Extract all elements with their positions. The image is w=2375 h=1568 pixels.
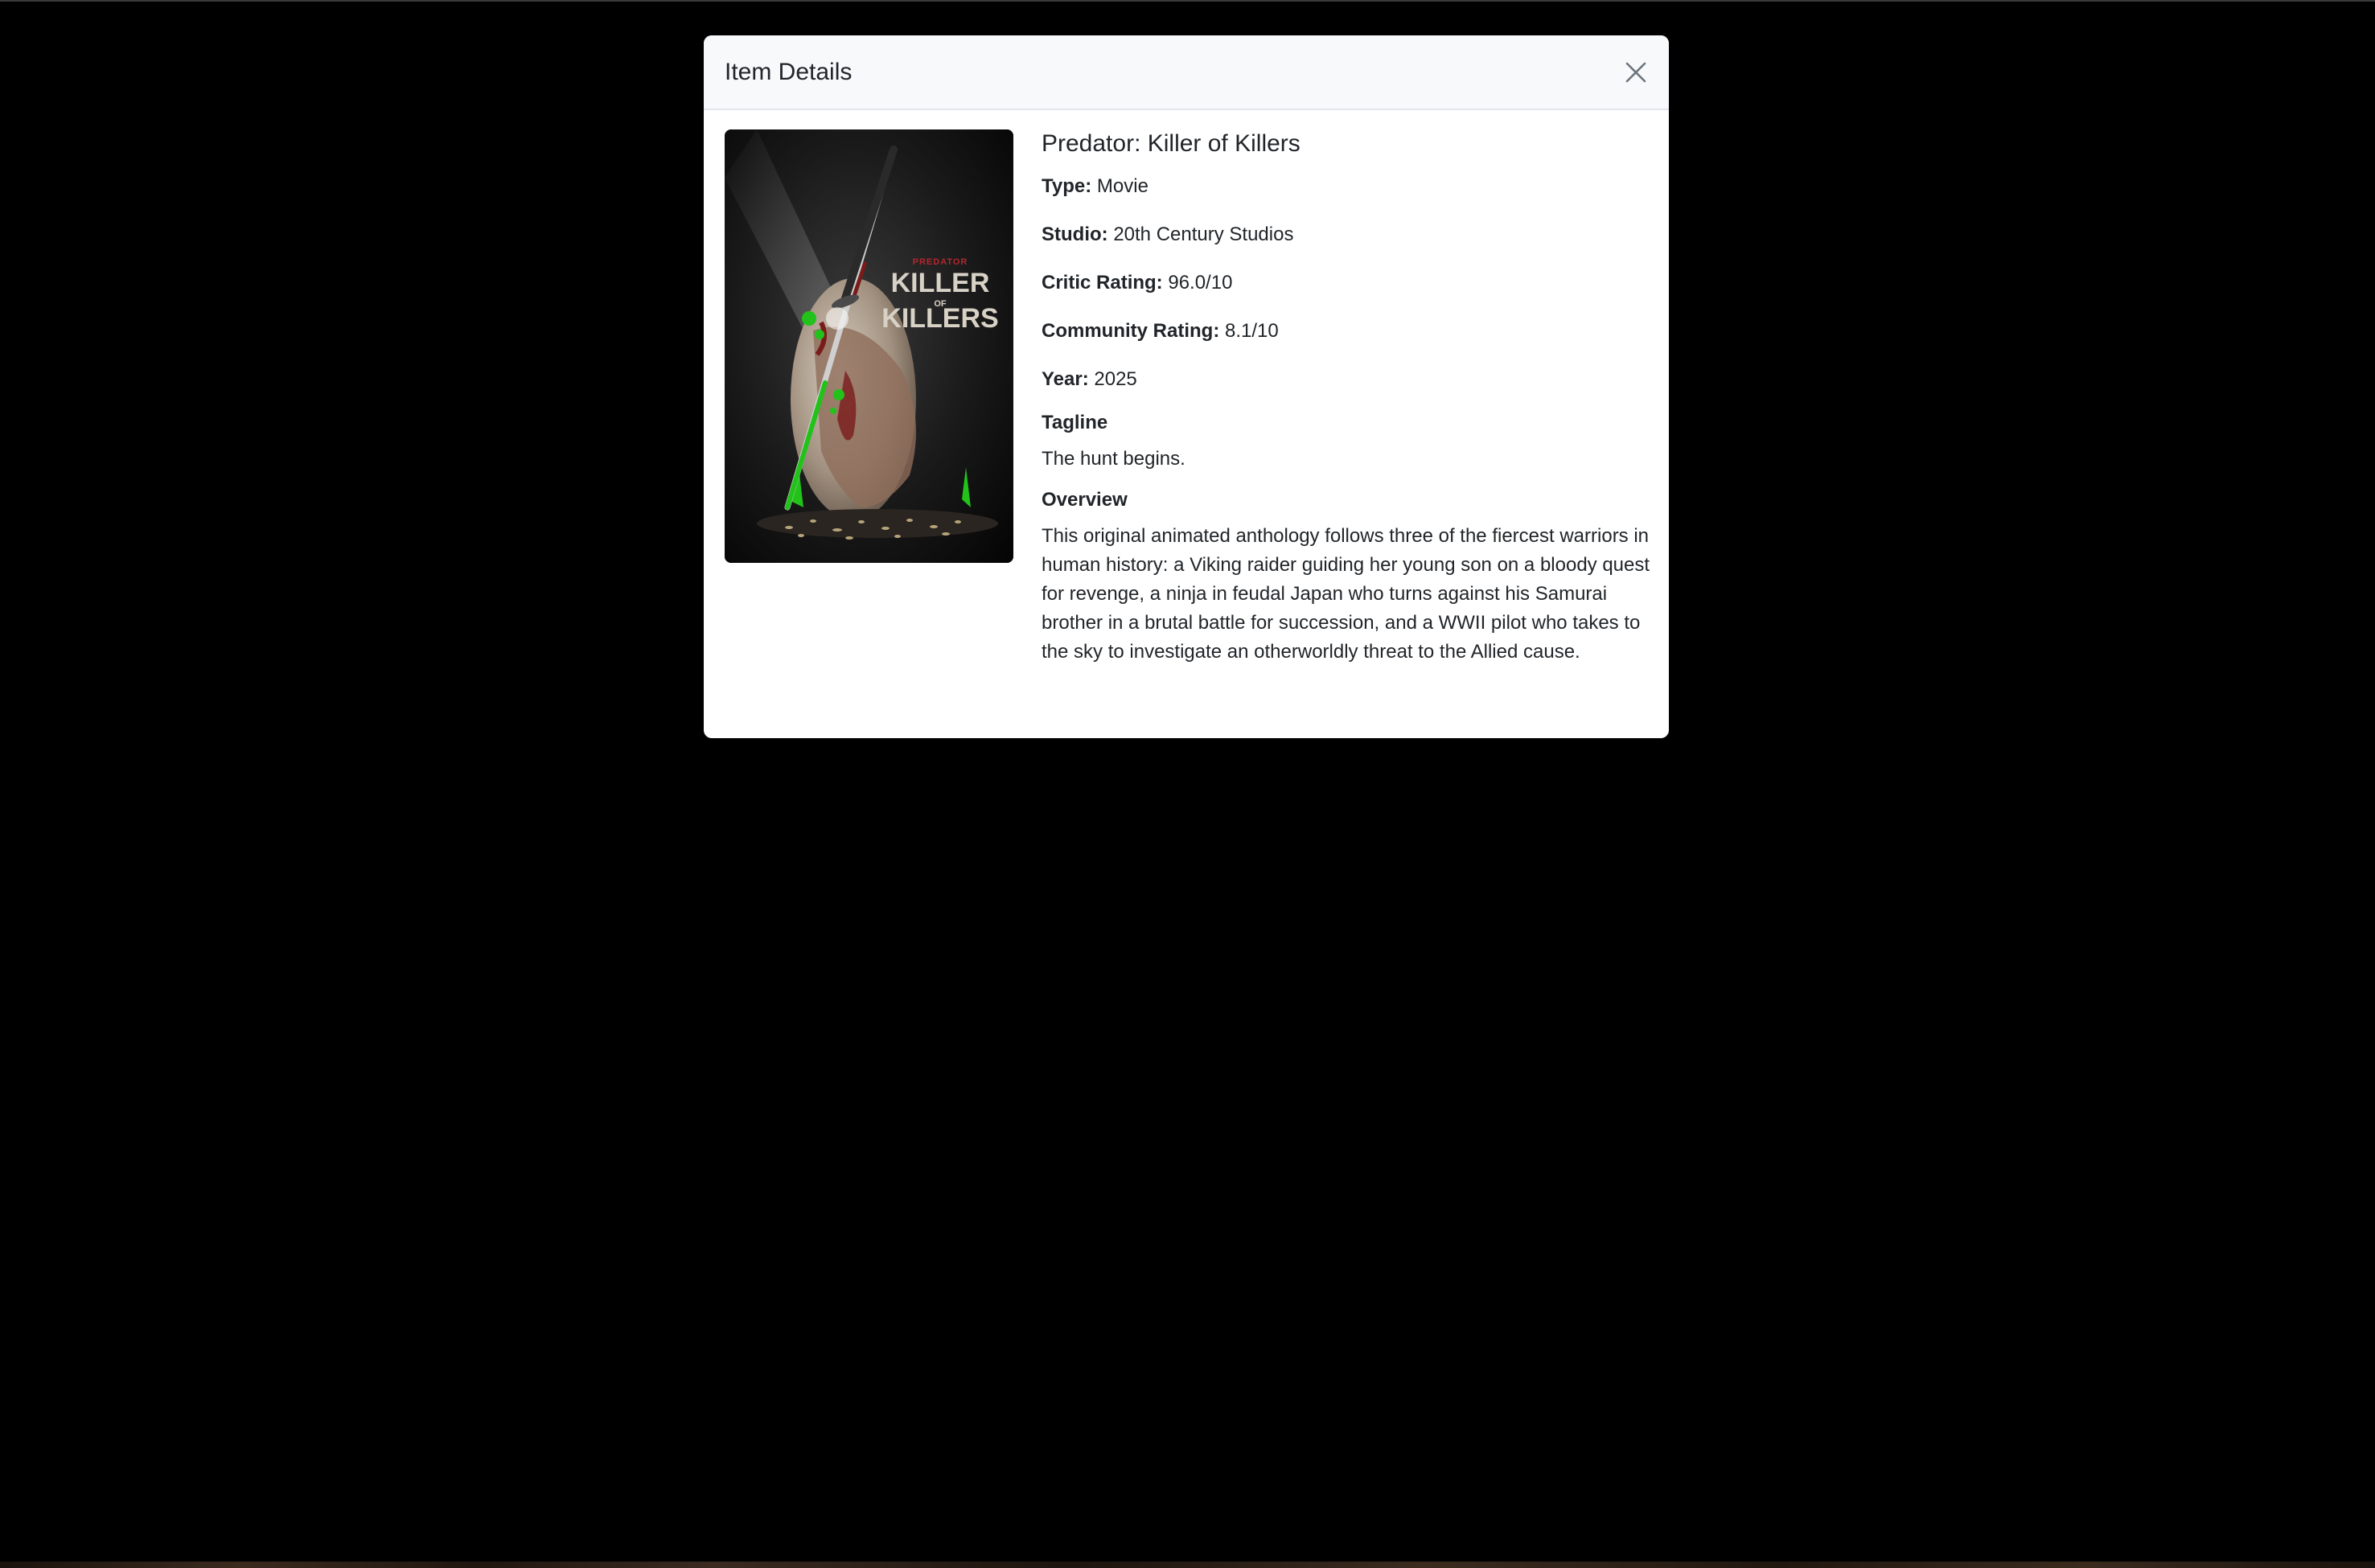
item-details: Predator: Killer of Killers Type: Movie … [1042, 128, 1653, 681]
field-studio: Studio: 20th Century Studios [1042, 223, 1653, 247]
poster-brand-text: PREDATOR [913, 257, 968, 267]
poster-title-line1: KILLER [891, 268, 990, 298]
field-label: Studio: [1042, 224, 1108, 245]
field-label: Critic Rating: [1042, 272, 1163, 293]
field-year: Year: 2025 [1042, 367, 1653, 392]
tagline-heading: Tagline [1042, 412, 1108, 433]
field-label: Community Rating: [1042, 320, 1220, 342]
overview-heading: Overview [1042, 489, 1128, 511]
field-value: Movie [1096, 175, 1148, 197]
field-type: Type: Movie [1042, 174, 1653, 199]
item-title: Predator: Killer of Killers [1042, 130, 1300, 157]
close-button[interactable] [1621, 57, 1651, 88]
field-label: Type: [1042, 175, 1092, 197]
modal-header: Item Details [704, 35, 1669, 110]
item-details-modal: Item Details PREDATOR KILLER OF KILLERS … [704, 35, 1669, 738]
poster-title-line3: KILLERS [881, 303, 998, 334]
field-label: Year: [1042, 368, 1089, 390]
field-value: 2025 [1094, 368, 1137, 390]
top-border [0, 0, 2375, 2]
background-strip [0, 1562, 2375, 1568]
overview-text: This original animated anthology follows… [1042, 525, 1650, 663]
field-critic-rating: Critic Rating: 96.0/10 [1042, 271, 1653, 295]
modal-title: Item Details [725, 58, 853, 85]
poster-image: PREDATOR KILLER OF KILLERS [725, 129, 1013, 563]
close-icon [1625, 62, 1646, 83]
tagline-text: The hunt begins. [1042, 448, 1185, 470]
field-community-rating: Community Rating: 8.1/10 [1042, 319, 1653, 343]
field-value: 20th Century Studios [1113, 224, 1294, 245]
field-value: 96.0/10 [1168, 272, 1233, 293]
field-value: 8.1/10 [1225, 320, 1279, 342]
